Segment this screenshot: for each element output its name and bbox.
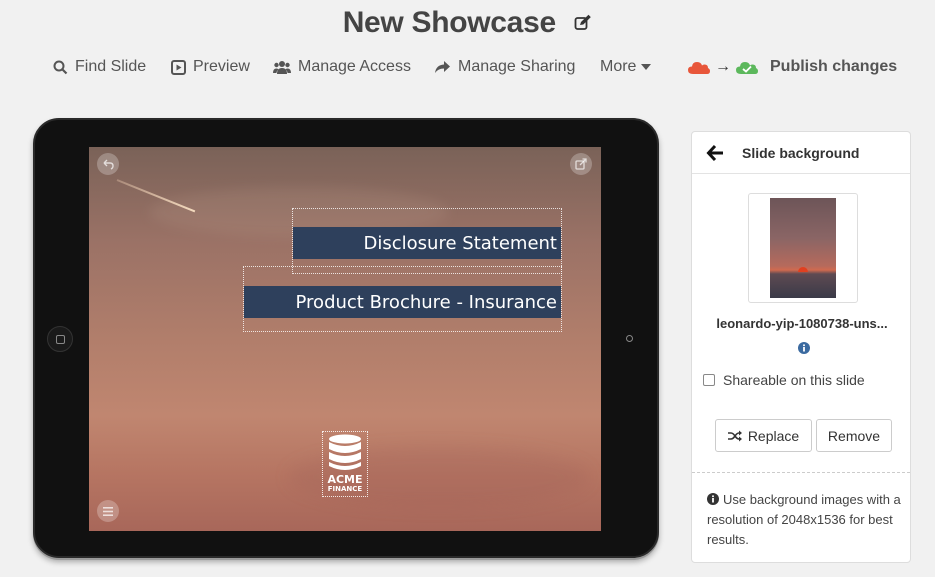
shareable-row[interactable]: Shareable on this slide <box>703 372 865 388</box>
share-external-icon[interactable] <box>570 153 592 175</box>
find-slide-label: Find Slide <box>75 58 147 75</box>
shareable-checkbox[interactable] <box>703 374 715 386</box>
logo-subtitle: FINANCE <box>327 485 363 493</box>
toolbar: Find Slide Preview Manage Access Manage … <box>0 58 935 80</box>
background-thumbnail[interactable] <box>748 193 858 303</box>
acme-finance-logo[interactable]: ACME FINANCE <box>322 431 368 497</box>
sunset-image <box>770 198 836 298</box>
panel-title: Slide background <box>742 144 860 161</box>
slide-canvas[interactable]: Disclosure Statement Product Brochure - … <box>89 147 601 531</box>
tablet-camera <box>626 335 633 342</box>
shuffle-icon <box>727 430 742 441</box>
product-brochure-button[interactable]: Product Brochure - Insurance <box>244 286 561 318</box>
replace-label: Replace <box>747 427 800 444</box>
logo-name: ACME <box>327 473 363 486</box>
hint-text: Use background images with a resolution … <box>707 492 901 547</box>
share-arrow-icon <box>435 60 450 73</box>
manage-access-button[interactable]: Manage Access <box>273 58 411 76</box>
panel-divider <box>692 472 910 473</box>
cloud-check-icon <box>736 62 758 74</box>
users-icon <box>273 60 291 74</box>
database-icon <box>329 434 361 470</box>
more-label: More <box>600 58 637 75</box>
preview-label: Preview <box>193 58 250 75</box>
publish-changes-button[interactable]: → Publish changes <box>688 58 897 76</box>
publish-arrow: → <box>715 58 731 75</box>
manage-access-label: Manage Access <box>298 58 411 75</box>
remove-label: Remove <box>827 427 881 444</box>
resolution-hint: Use background images with a resolution … <box>707 490 907 550</box>
play-square-icon <box>171 59 186 75</box>
preview-button[interactable]: Preview <box>171 58 250 76</box>
arrow-left-icon[interactable] <box>706 143 726 163</box>
menu-circle-icon[interactable] <box>97 500 119 522</box>
manage-sharing-label: Manage Sharing <box>458 58 576 75</box>
disclosure-statement-button[interactable]: Disclosure Statement <box>293 227 561 259</box>
tablet-home-button[interactable] <box>47 326 73 352</box>
find-slide-button[interactable]: Find Slide <box>53 58 146 76</box>
back-circle-icon[interactable] <box>97 153 119 175</box>
edit-icon[interactable] <box>574 14 592 32</box>
more-dropdown[interactable]: More <box>600 58 652 76</box>
manage-sharing-button[interactable]: Manage Sharing <box>434 58 575 76</box>
page-title: New Showcase <box>342 6 556 39</box>
slide-background-panel: Slide background leonardo-yip-1080738-un… <box>691 131 911 563</box>
panel-header: Slide background <box>692 132 910 174</box>
page-header: New Showcase <box>0 6 935 40</box>
replace-button[interactable]: Replace <box>715 419 812 452</box>
remove-button[interactable]: Remove <box>816 419 892 452</box>
image-filename: leonardo-yip-1080738-uns... <box>716 316 888 331</box>
publish-label: Publish changes <box>770 58 898 75</box>
shareable-label: Shareable on this slide <box>723 372 865 388</box>
caret-down-icon <box>641 64 652 70</box>
search-icon <box>53 60 68 74</box>
info-icon[interactable] <box>798 342 810 354</box>
info-icon <box>707 493 719 505</box>
cloud-red-icon <box>688 62 710 74</box>
